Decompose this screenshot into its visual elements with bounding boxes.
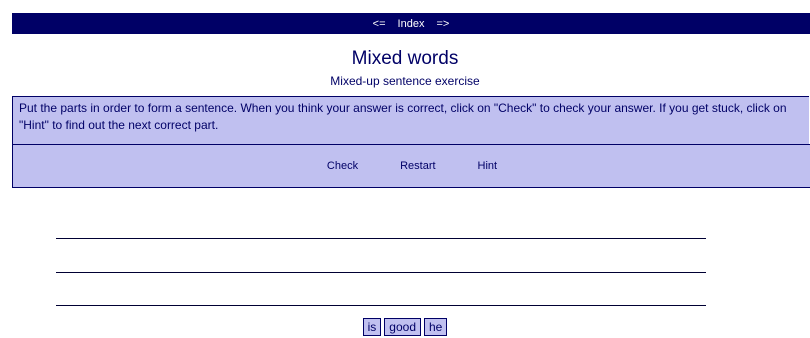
restart-button[interactable]: Restart xyxy=(400,160,435,172)
word-tiles: is good he xyxy=(0,318,810,336)
next-link[interactable]: => xyxy=(436,18,449,30)
answer-line-2 xyxy=(56,272,706,273)
word-tile[interactable]: good xyxy=(384,318,421,336)
exercise-page: <= Index => Mixed words Mixed-up sentenc… xyxy=(0,0,810,338)
page-subtitle: Mixed-up sentence exercise xyxy=(330,74,480,88)
check-button[interactable]: Check xyxy=(327,160,358,172)
navigation-bar: <= Index => xyxy=(12,13,810,34)
index-link[interactable]: Index xyxy=(398,18,425,30)
word-tile[interactable]: is xyxy=(362,318,382,336)
answer-line-3 xyxy=(56,305,706,306)
answer-line-1 xyxy=(56,238,706,239)
word-tile[interactable]: he xyxy=(424,318,448,336)
button-bar: Check Restart Hint xyxy=(12,144,810,188)
previous-link[interactable]: <= xyxy=(373,18,386,30)
hint-button[interactable]: Hint xyxy=(478,160,498,172)
instructions-panel: Put the parts in order to form a sentenc… xyxy=(12,96,809,146)
page-title: Mixed words xyxy=(351,48,459,69)
